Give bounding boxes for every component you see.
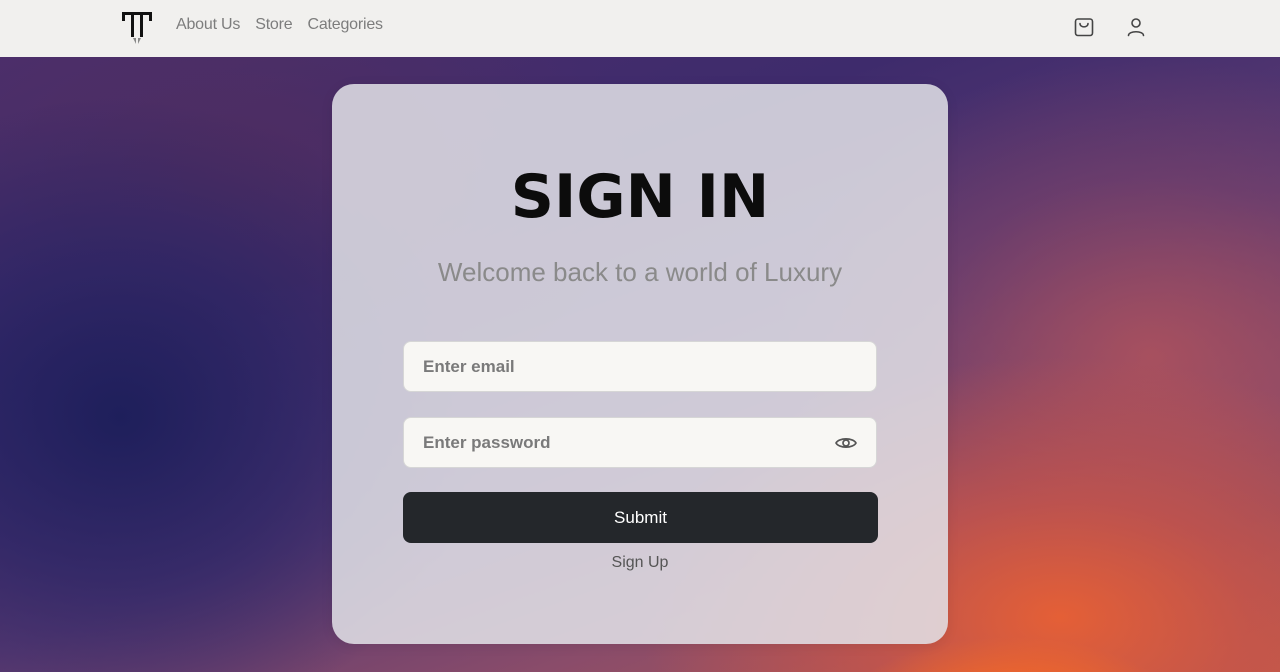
signup-link[interactable]: Sign Up bbox=[332, 554, 948, 572]
email-input[interactable] bbox=[404, 342, 876, 391]
eye-icon[interactable] bbox=[834, 431, 858, 455]
page-subtitle: Welcome back to a world of Luxury bbox=[437, 257, 843, 287]
page-title: SIGN IN bbox=[510, 162, 770, 232]
email-field-container bbox=[403, 341, 877, 392]
submit-button[interactable]: Submit bbox=[403, 492, 878, 543]
password-input[interactable] bbox=[404, 418, 876, 467]
password-field-container bbox=[403, 417, 877, 468]
nav-link-about-us[interactable]: About Us bbox=[176, 16, 240, 34]
user-icon[interactable] bbox=[1124, 15, 1148, 39]
top-navbar: About Us Store Categories bbox=[0, 0, 1280, 57]
signin-card: SIGN IN Welcome back to a world of Luxur… bbox=[332, 84, 948, 644]
main-nav: About Us Store Categories bbox=[176, 16, 383, 34]
brand-logo-icon[interactable] bbox=[121, 10, 153, 46]
nav-link-categories[interactable]: Categories bbox=[307, 16, 383, 34]
nav-link-store[interactable]: Store bbox=[255, 16, 292, 34]
shopping-bag-icon[interactable] bbox=[1072, 15, 1096, 39]
